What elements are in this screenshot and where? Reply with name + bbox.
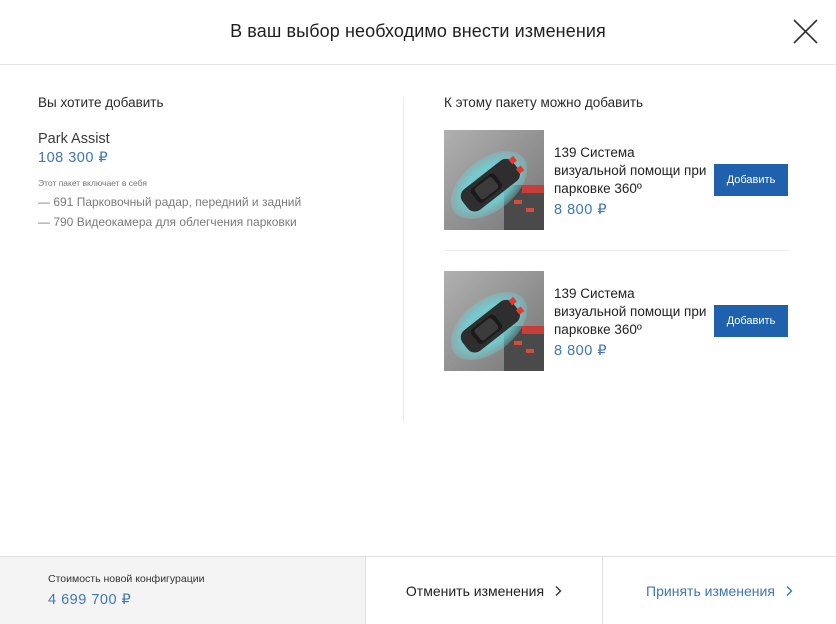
close-icon[interactable] [793, 19, 818, 44]
addon-name: 139 Система визуальной помощи при парков… [554, 145, 707, 196]
add-button[interactable]: Добавить [714, 305, 788, 337]
column-divider [403, 97, 404, 422]
package-note: Этот пакет включает в себя [38, 178, 147, 188]
package-items: — 691 Парковочный радар, передний и задн… [38, 192, 368, 232]
addon-price: 8 800 ₽ [554, 343, 608, 359]
package-price: 108 300 ₽ [38, 150, 109, 166]
modal-header: В ваш выбор необходимо внести изменения [0, 0, 836, 65]
parking-camera-image [444, 271, 544, 371]
summary-label: Стоимость новой конфигурации [48, 573, 205, 585]
addon-name: 139 Система визуальной помощи при парков… [554, 286, 707, 337]
package-name: Park Assist [38, 131, 110, 147]
addon-price: 8 800 ₽ [554, 202, 608, 218]
accept-label: Принять изменения [646, 582, 775, 599]
config-summary: Стоимость новой конфигурации 4 699 700 ₽ [0, 557, 366, 624]
left-heading: Вы хотите добавить [38, 95, 164, 110]
cancel-changes-button[interactable]: Отменить изменения [367, 557, 603, 624]
chevron-right-icon [555, 585, 562, 596]
right-heading: К этому пакету можно добавить [444, 95, 644, 110]
selected-package-panel: Вы хотите добавить Park Assist 108 300 ₽… [38, 95, 368, 232]
accept-changes-button[interactable]: Принять изменения [604, 557, 836, 624]
list-item: — 790 Видеокамера для облегчения парковк… [38, 215, 297, 229]
add-button[interactable]: Добавить [714, 164, 788, 196]
parking-camera-image [444, 130, 544, 230]
summary-total: 4 699 700 ₽ [48, 592, 132, 608]
chevron-right-icon [786, 585, 793, 596]
offer-divider [444, 250, 789, 251]
modal-title: В ваш выбор необходимо внести изменения [230, 21, 606, 41]
addon-offer: 139 Система визуальной помощи при парков… [444, 271, 789, 371]
list-item: — 691 Парковочный радар, передний и задн… [38, 195, 302, 209]
cancel-label: Отменить изменения [405, 582, 545, 599]
modal-footer: Стоимость новой конфигурации 4 699 700 ₽… [0, 556, 836, 624]
addon-offer: 139 Система визуальной помощи при парков… [444, 130, 789, 230]
addons-panel: К этому пакету можно добавить [444, 95, 789, 110]
